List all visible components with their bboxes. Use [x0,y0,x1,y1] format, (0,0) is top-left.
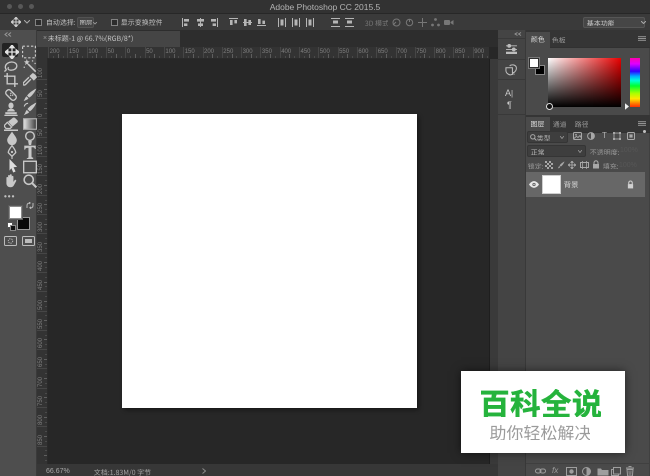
svg-text:s: s [512,71,515,77]
